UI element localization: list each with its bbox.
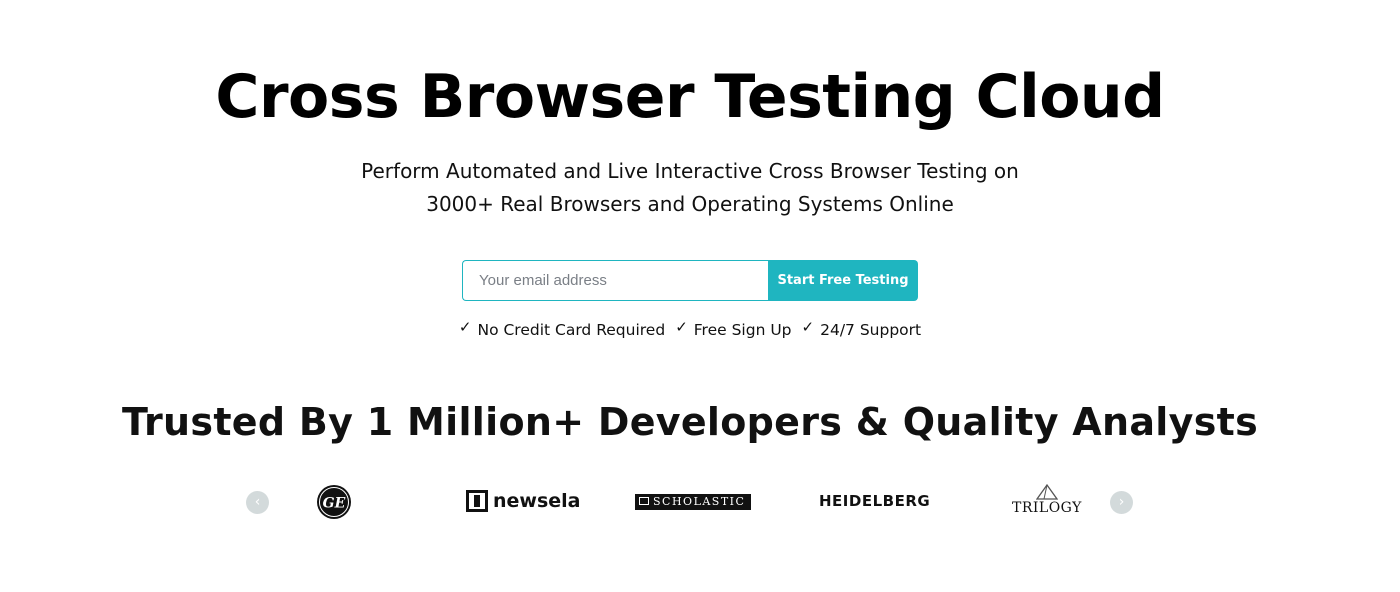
checkmark-icon: ✓ [675,318,688,336]
chevron-right-icon[interactable]: › [1110,491,1133,514]
newsela-text: newsela [493,490,581,512]
hero-title: Cross Browser Testing Cloud [215,62,1165,132]
signup-form: Start Free Testing [462,260,918,301]
checkmark-icon: ✓ [801,318,815,336]
newsela-logo: newsela [466,490,581,512]
heidelberg-text: HEIDELBERG [819,492,931,510]
benefit-label: Free Sign Up [693,321,792,339]
benefit-label: 24/7 Support [820,321,922,339]
logo-carousel: ‹ GE newsela SCHOLASTIC HEIDELBERG TRILO… [246,480,1134,525]
hero-subtitle-line-1: Perform Automated and Live Interactive C… [361,159,1019,183]
benefit-item: ✓ 24/7 Support [801,318,922,339]
email-input[interactable] [462,260,768,301]
trilogy-triangle-icon [1035,484,1058,500]
scholastic-logo: SCHOLASTIC [635,494,752,510]
benefit-item: ✓ Free Sign Up [675,318,792,339]
hero-subtitle-line-2: 3000+ Real Browsers and Operating System… [426,192,954,216]
heidelberg-logo: HEIDELBERG [819,492,930,510]
benefits-list: ✓ No Credit Card Required ✓ Free Sign Up… [0,318,1380,339]
trilogy-logo: TRILOGY [1012,484,1082,516]
trilogy-text: TRILOGY [1012,500,1082,516]
benefit-label: No Credit Card Required [477,321,666,339]
ge-logo: GE [316,484,352,520]
scholastic-text: SCHOLASTIC [653,495,746,508]
start-free-testing-button[interactable]: Start Free Testing [768,260,918,301]
checkmark-icon: ✓ [458,318,472,336]
newsela-mark-icon [466,490,488,512]
benefit-item: ✓ No Credit Card Required [458,318,666,339]
svg-text:GE: GE [323,496,346,512]
scholastic-book-icon [639,497,649,505]
hero-subtitle: Perform Automated and Live Interactive C… [0,155,1380,221]
trusted-heading: Trusted By 1 Million+ Developers & Quali… [121,400,1259,444]
chevron-left-icon[interactable]: ‹ [246,491,269,514]
